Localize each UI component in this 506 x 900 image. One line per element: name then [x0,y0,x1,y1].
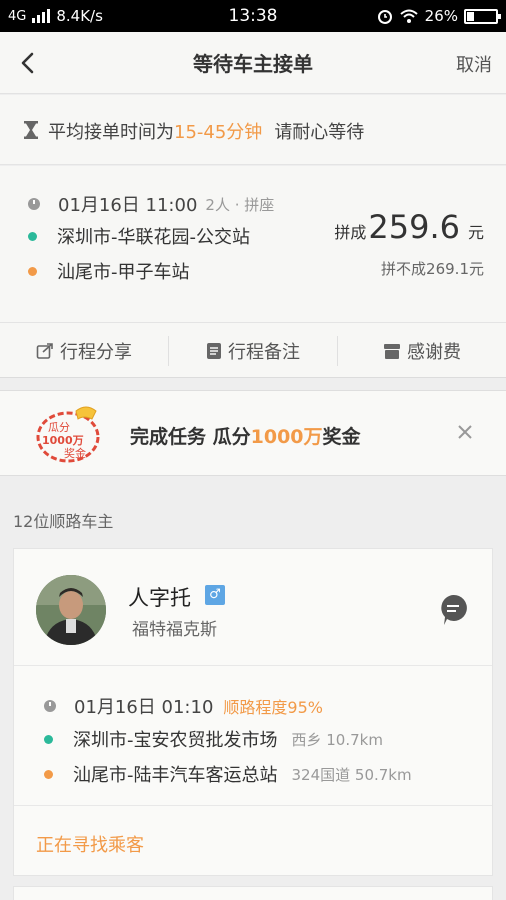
driver-origin-row: 深圳市-宝安农贸批发市场 西乡 10.7km [44,726,383,752]
page-title: 等待车主接单 [193,52,313,76]
promo-text-prefix: 完成任务 瓜分 [130,426,251,448]
trip-destination: 汕尾市-甲子车站 [57,262,190,283]
status-right: 26% [377,7,501,25]
promo-banner[interactable]: 瓜分 1000万 奖金 完成任务 瓜分1000万奖金 [0,390,506,476]
share-trip-label: 行程分享 [60,341,132,363]
price-block: 拼成 259.6 元 [334,208,484,246]
alarm-icon [377,10,392,24]
divider [14,805,492,806]
driver-destination: 汕尾市-陆丰汽车客运总站 [73,765,278,786]
wifi-icon [399,9,418,23]
clock-icon [44,700,56,712]
status-bar: 4G 8.4K/s 13:38 26% [0,0,506,32]
trip-seats: 2人 · 拼座 [205,195,275,214]
avatar-photo-icon [36,575,106,645]
hourglass-icon [24,121,38,139]
wait-time-range: 15-45分钟 [174,122,263,143]
male-gender-icon: ♂ [205,585,225,605]
price-label: 拼成 [334,223,367,242]
route-match-percent: 顺路程度95% [223,698,323,717]
driver-destination-detail: 324国道 50.7km [291,765,412,784]
trip-time-row: 01月16日 11:00 2人 · 拼座 [28,191,274,217]
driver-status: 正在寻找乘客 [36,835,144,856]
driver-name: 人字托 [128,586,191,610]
price-value: 259.6 [368,208,460,246]
promo-text: 完成任务 瓜分1000万奖金 [130,422,361,449]
clock-icon [28,198,40,210]
destination-dot-icon [28,266,37,276]
divider [14,665,492,666]
bonus-badge-icon: 瓜分 1000万 奖金 [36,406,100,463]
wait-notice-suffix: 请耐心等待 [274,122,365,143]
trip-note-button[interactable]: 行程备注 [169,336,337,366]
trip-destination-row: 汕尾市-甲子车站 [28,258,190,284]
avatar[interactable] [36,575,106,645]
gift-icon [384,343,400,359]
drivers-count-heading: 12位顺路车主 [13,512,114,531]
driver-date-time: 01月16日 01:10 [74,697,214,718]
badge-text-1: 瓜分 [48,421,70,434]
close-icon [458,425,472,439]
driver-car-model: 福特福克斯 [132,620,217,640]
wait-notice: 平均接单时间为15-45分钟 请耐心等待 [0,95,506,165]
close-promo-button[interactable] [458,420,472,445]
driver-destination-row: 汕尾市-陆丰汽车客运总站 324国道 50.7km [44,761,412,787]
trip-note-label: 行程备注 [228,341,300,363]
share-icon [36,342,53,359]
promo-highlight: 1000万 [250,426,323,448]
badge-text-2: 1000万 [42,434,84,447]
wait-notice-prefix: 平均接单时间为 [48,122,174,143]
price-unit: 元 [467,223,484,242]
share-trip-button[interactable]: 行程分享 [0,336,168,366]
driver-origin: 深圳市-宝安农贸批发市场 [73,730,278,751]
origin-dot-icon [44,734,53,744]
trip-date-time: 01月16日 11:00 [58,195,198,216]
promo-text-suffix: 奖金 [322,426,361,448]
driver-origin-detail: 西乡 10.7km [291,730,383,749]
badge-text-3: 奖金 [64,446,86,460]
trip-origin: 深圳市-华联花园-公交站 [57,227,250,248]
wait-notice-text: 平均接单时间为15-45分钟 请耐心等待 [48,118,364,144]
nav-bar: 等待车主接单 取消 [0,32,506,94]
cancel-button[interactable]: 取消 [456,51,492,77]
trip-actions: 行程分享 行程备注 感谢费 [0,322,506,378]
driver-card[interactable]: 人字托 ♂ 福特福克斯 01月16日 01:10 顺路程度95% 深圳市-宝安农… [13,548,493,876]
thank-fee-label: 感谢费 [407,341,461,363]
chat-bubble-icon[interactable] [438,593,468,627]
alt-price: 拼不成269.1元 [381,260,484,278]
thank-fee-button[interactable]: 感谢费 [338,336,506,366]
note-icon [207,342,221,359]
trip-card: 01月16日 11:00 2人 · 拼座 深圳市-华联花园-公交站 汕尾市-甲子… [0,166,506,378]
next-driver-card[interactable] [13,886,493,900]
trip-origin-row: 深圳市-华联花园-公交站 [28,223,250,249]
destination-dot-icon [44,769,53,779]
origin-dot-icon [28,231,37,241]
battery-percent: 26% [424,7,458,25]
driver-time-row: 01月16日 01:10 顺路程度95% [44,693,323,719]
battery-icon [464,8,501,24]
